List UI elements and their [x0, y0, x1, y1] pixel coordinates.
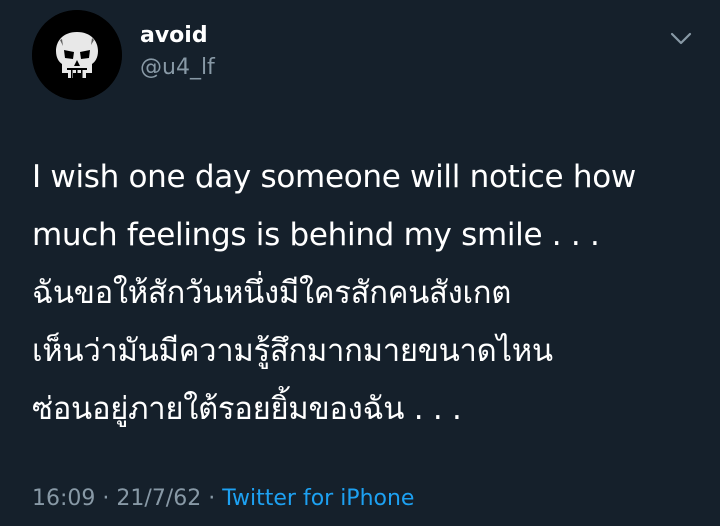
avatar[interactable] — [32, 10, 122, 100]
meta-separator: · — [208, 486, 216, 511]
tweet-meta: 16:09 · 21/7/62 · Twitter for iPhone — [32, 484, 414, 514]
tweet-text-line: เห็นว่ามันมีความรู้สึกมากมายขนาดไหน — [32, 333, 553, 369]
tweet-date[interactable]: 21/7/62 — [116, 486, 201, 511]
meta-separator: · — [102, 486, 110, 511]
tweet-text-line: much feelings is behind my smile . . . — [32, 217, 600, 253]
punisher-skull-icon — [32, 10, 122, 100]
tweet-source-link[interactable]: Twitter for iPhone — [222, 486, 414, 511]
tweet-card: avoid @u4_lf I wish one day someone will… — [0, 0, 720, 526]
author-display-name[interactable]: avoid — [140, 22, 208, 50]
tweet-text-line: ซ่อนอยู่ภายใต้รอยยิ้มของฉัน . . . — [32, 391, 462, 427]
tweet-text: I wish one day someone will notice how m… — [32, 148, 702, 438]
tweet-text-line: ฉันขอให้สักวันหนึ่งมีใครสักคนสังเกต — [32, 275, 512, 311]
tweet-time[interactable]: 16:09 — [32, 486, 95, 511]
tweet-text-line: I wish one day someone will notice how — [32, 159, 636, 195]
author-handle[interactable]: @u4_lf — [140, 54, 215, 82]
chevron-down-icon[interactable] — [668, 28, 694, 48]
